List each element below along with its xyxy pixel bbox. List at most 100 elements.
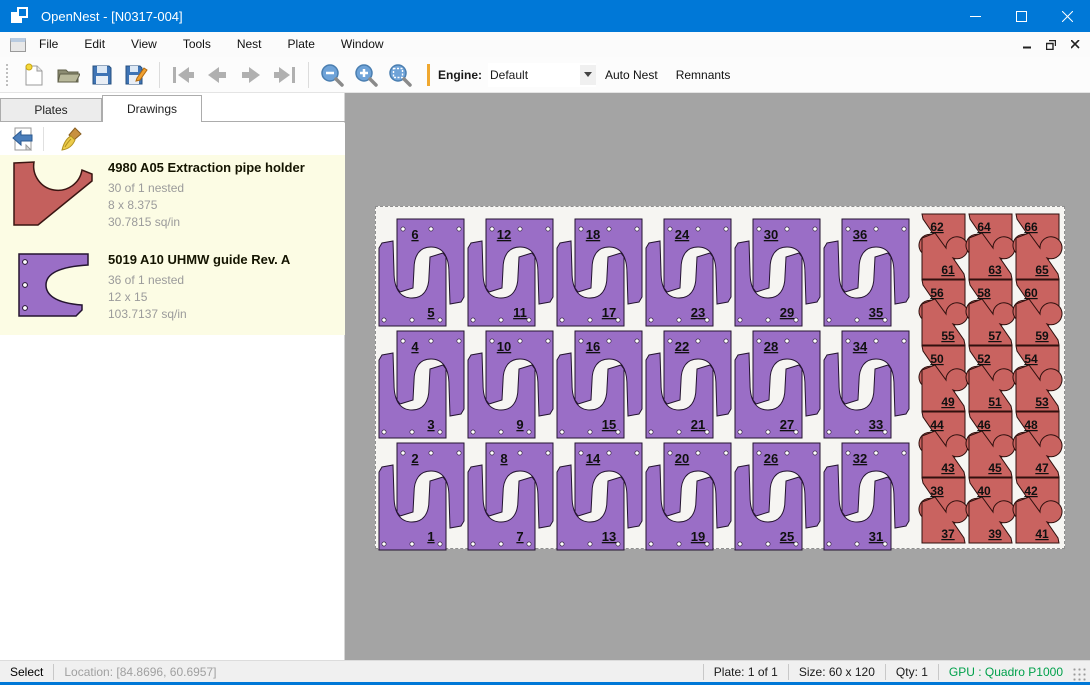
open-file-button[interactable] (51, 60, 85, 90)
panel-toolbar-separator (43, 127, 44, 151)
resize-grip[interactable] (1073, 668, 1087, 682)
nested-part-pair-purple[interactable]: 3433 (824, 331, 909, 438)
nested-part-pair-purple[interactable]: 1211 (468, 219, 553, 326)
nested-part-pair-purple[interactable]: 3635 (824, 219, 909, 326)
nested-part-pair-purple[interactable]: 2625 (735, 443, 820, 550)
nested-part-pair-purple[interactable]: 3231 (824, 443, 909, 550)
part-hole (588, 318, 592, 322)
nested-part-pair-purple[interactable]: 21 (379, 443, 464, 550)
part-hole (429, 451, 433, 455)
nested-part-pair-red[interactable]: 5857 (966, 280, 1015, 345)
status-size: Size: 60 x 120 (789, 665, 885, 679)
nested-part-pair-red[interactable]: 5453 (1013, 346, 1062, 411)
nested-part-pair-purple[interactable]: 3029 (735, 219, 820, 326)
next-plate-button[interactable] (234, 60, 268, 90)
part-hole (724, 451, 728, 455)
chevron-down-icon[interactable] (580, 65, 596, 85)
mdi-minimize-button[interactable] (1018, 36, 1036, 53)
menu-nest[interactable]: Nest (224, 32, 275, 57)
nested-part-pair-purple[interactable]: 1817 (557, 219, 642, 326)
menu-view[interactable]: View (118, 32, 170, 57)
menu-window[interactable]: Window (328, 32, 397, 57)
nested-part-pair-purple[interactable]: 65 (379, 219, 464, 326)
first-plate-button[interactable] (166, 60, 200, 90)
part-hole (527, 318, 531, 322)
close-button[interactable] (1044, 0, 1090, 32)
part-hole (677, 430, 681, 434)
part-hole (705, 318, 709, 322)
maximize-button[interactable] (998, 0, 1044, 32)
menu-plate[interactable]: Plate (275, 32, 328, 57)
nested-part-pair-red[interactable]: 4443 (919, 412, 968, 477)
save-button[interactable] (85, 60, 119, 90)
nested-part-pair-purple[interactable]: 1413 (557, 443, 642, 550)
part-number: 46 (977, 418, 991, 432)
tab-drawings[interactable]: Drawings (102, 95, 202, 122)
nested-part-pair-red[interactable]: 6665 (1013, 214, 1062, 279)
nested-part-pair-purple[interactable]: 109 (468, 331, 553, 438)
nested-part-pair-purple[interactable]: 2019 (646, 443, 731, 550)
nested-part-pair-red[interactable]: 4241 (1013, 478, 1062, 543)
document-window-icon[interactable] (10, 38, 26, 52)
nested-part-pair-red[interactable]: 6059 (1013, 280, 1062, 345)
drawing-item-extraction-pipe-holder[interactable]: 4980 A05 Extraction pipe holder 30 of 1 … (0, 155, 345, 247)
status-location: Location: [84.8696, 60.6957] (54, 665, 226, 679)
clear-drawings-button[interactable] (57, 125, 87, 153)
plate-sheet[interactable]: 6543211211109871817161514132423222120193… (375, 206, 1065, 549)
part-number: 26 (764, 451, 778, 466)
import-drawing-button[interactable] (8, 125, 38, 153)
mdi-restore-button[interactable] (1042, 36, 1060, 53)
nested-part-pair-red[interactable]: 6463 (966, 214, 1015, 279)
part-number: 43 (941, 461, 955, 475)
zoom-in-button[interactable] (349, 60, 383, 90)
nested-part-pair-purple[interactable]: 1615 (557, 331, 642, 438)
engine-select[interactable]: Default (488, 63, 596, 87)
zoom-fit-button[interactable] (383, 60, 417, 90)
nested-part-pair-red[interactable]: 4645 (966, 412, 1015, 477)
nested-part-pair-red[interactable]: 5655 (919, 280, 968, 345)
part-number: 28 (764, 339, 778, 354)
zoom-out-button[interactable] (315, 60, 349, 90)
part-hole (616, 542, 620, 546)
nested-part-pair-red[interactable]: 3837 (919, 478, 968, 543)
nested-part-pair-red[interactable]: 4039 (966, 478, 1015, 543)
nest-canvas[interactable]: 6543211211109871817161514132423222120193… (345, 93, 1090, 660)
part-hole (635, 451, 639, 455)
nested-part-pair-red[interactable]: 5251 (966, 346, 1015, 411)
part-number: 62 (930, 220, 944, 234)
part-hole (607, 339, 611, 343)
nested-part-pair-purple[interactable]: 2423 (646, 219, 731, 326)
part-number: 14 (586, 451, 601, 466)
nested-part-pair-red[interactable]: 5049 (919, 346, 968, 411)
last-plate-button[interactable] (268, 60, 302, 90)
part-number: 65 (1035, 263, 1049, 277)
mdi-close-button[interactable] (1066, 36, 1084, 53)
minimize-button[interactable] (952, 0, 998, 32)
nested-part-pair-purple[interactable]: 87 (468, 443, 553, 550)
part-number: 11 (513, 305, 527, 320)
previous-plate-button[interactable] (200, 60, 234, 90)
nested-part-pair-purple[interactable]: 2827 (735, 331, 820, 438)
part-number: 21 (691, 417, 705, 432)
part-hole (855, 318, 859, 322)
nested-part-pair-red[interactable]: 6261 (919, 214, 968, 279)
remnants-button[interactable]: Remnants (667, 62, 740, 88)
nested-part-pair-purple[interactable]: 22 21 (646, 331, 731, 438)
part-hole (518, 339, 522, 343)
part-hole (438, 542, 442, 546)
menu-edit[interactable]: Edit (71, 32, 118, 57)
part-hole (635, 227, 639, 231)
part-number: 22 (675, 339, 689, 354)
part-hole (705, 542, 709, 546)
part-hole (883, 430, 887, 434)
nested-part-pair-red[interactable]: 4847 (1013, 412, 1062, 477)
drawing-item-uhmw-guide[interactable]: 5019 A10 UHMW guide Rev. A 36 of 1 neste… (0, 247, 345, 335)
menu-tools[interactable]: Tools (170, 32, 224, 57)
toolbar-grip[interactable] (5, 63, 9, 87)
new-file-button[interactable] (17, 60, 51, 90)
save-as-button[interactable] (119, 60, 153, 90)
nested-part-pair-purple[interactable]: 43 (379, 331, 464, 438)
tab-plates[interactable]: Plates (0, 98, 102, 122)
menu-file[interactable]: File (26, 32, 71, 57)
auto-nest-button[interactable]: Auto Nest (596, 62, 667, 88)
